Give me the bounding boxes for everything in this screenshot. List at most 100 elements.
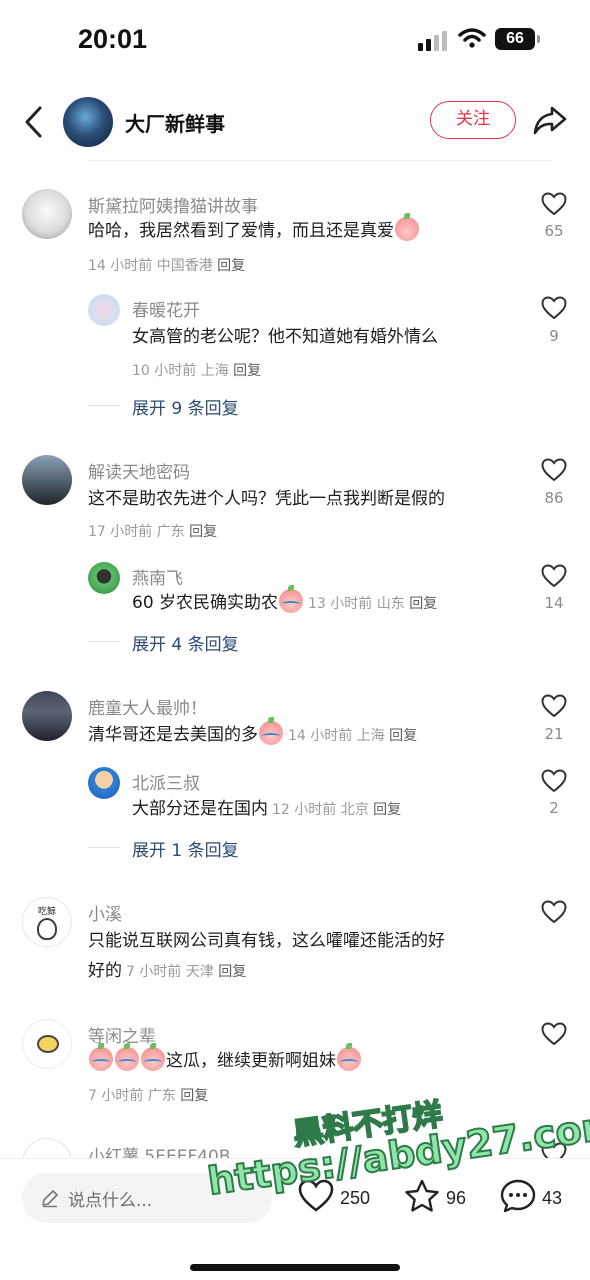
heart-icon[interactable]	[541, 192, 567, 216]
expand-replies-button[interactable]: 展开 1 条回复	[132, 836, 239, 861]
comments-button[interactable]: 43	[500, 1179, 570, 1219]
comment-input[interactable]: 说点什么...	[22, 1173, 272, 1223]
heart-icon[interactable]	[541, 900, 567, 924]
comment-total: 43	[542, 1188, 563, 1208]
comment-author[interactable]: 小溪	[88, 900, 122, 925]
reply-text: 60 岁农民确实助农 13 小时前 山东 回复	[132, 585, 437, 619]
heart-icon[interactable]	[541, 694, 567, 718]
like-count: 65	[544, 222, 564, 240]
reply-text: 女高管的老公呢？他不知道她有婚外情么	[132, 327, 438, 347]
expand-divider	[88, 847, 120, 848]
comment-text: 这不是助农先进个人吗？凭此一点我判断是假的	[88, 489, 445, 509]
like-count: 21	[544, 725, 564, 743]
avatar[interactable]	[22, 1019, 72, 1069]
like-count: 9	[549, 327, 559, 345]
comment-text: 清华哥还是去美国的多 14 小时前 上海 回复	[88, 717, 417, 751]
like-total: 250	[340, 1188, 371, 1208]
reply-author[interactable]: 北派三叔	[132, 769, 200, 794]
comment-text: 哈哈，我居然看到了爱情，而且还是真爱	[88, 213, 420, 246]
reply-button[interactable]: 回复	[218, 964, 246, 980]
peach-emoji-icon	[395, 213, 419, 241]
favorite-total: 96	[446, 1188, 467, 1208]
home-indicator[interactable]	[190, 1264, 400, 1271]
battery-tip	[537, 35, 540, 43]
reply-button[interactable]: 回复	[409, 596, 437, 612]
reply-button[interactable]: 回复	[389, 728, 417, 744]
avatar-figure	[37, 918, 57, 940]
reply-author[interactable]: 春暖花开	[132, 296, 200, 321]
crying-peach-emoji-icon	[141, 1043, 165, 1071]
signal-icon	[418, 29, 450, 51]
reply-author[interactable]: 燕南飞	[132, 564, 183, 589]
reply-button[interactable]: 回复	[180, 1088, 208, 1104]
reply-text-content: 大部分还是在国内	[132, 799, 268, 819]
comment-text-line-1: 只能说互联网公司真有钱，这么嚯嚯还能活的好	[88, 931, 445, 951]
comment-location: 广东	[156, 524, 185, 540]
comment-author[interactable]: 斯黛拉阿姨撸猫讲故事	[88, 192, 258, 217]
comment-text: 这瓜，继续更新啊姐妹	[88, 1043, 362, 1076]
expand-divider	[88, 405, 120, 406]
reply-time: 13 小时前	[308, 596, 373, 612]
comment-meta: 7 小时前 天津 回复	[126, 964, 246, 980]
avatar[interactable]	[22, 189, 72, 239]
heart-icon[interactable]	[541, 296, 567, 320]
share-icon[interactable]	[532, 104, 568, 136]
battery-icon: 66	[495, 28, 535, 50]
reply-text-content: 60 岁农民确实助农	[132, 593, 279, 613]
reply-meta: 13 小时前 山东 回复	[308, 596, 437, 612]
favorite-button[interactable]: 96	[404, 1179, 474, 1219]
comment-author[interactable]: 鹿童大人最帅！	[88, 694, 207, 719]
avatar[interactable]	[22, 691, 72, 741]
comment-location: 上海	[356, 728, 385, 744]
input-placeholder: 说点什么...	[68, 1191, 153, 1211]
like-button[interactable]: 250	[298, 1179, 378, 1219]
reply-button[interactable]: 回复	[233, 363, 261, 379]
heart-icon	[298, 1179, 334, 1212]
header-divider	[88, 160, 552, 161]
account-name[interactable]: 大厂新鲜事	[125, 108, 225, 137]
heart-icon[interactable]	[541, 458, 567, 482]
comment-time: 14 小时前	[88, 258, 153, 274]
reply-avatar[interactable]	[88, 562, 120, 594]
comment-meta: 17 小时前 广东 回复	[88, 521, 217, 541]
reply-location: 上海	[200, 363, 229, 379]
avatar[interactable]	[22, 455, 72, 505]
comment-time: 17 小时前	[88, 524, 153, 540]
back-icon[interactable]	[18, 102, 50, 142]
comment-text-content: 好的	[88, 961, 122, 981]
reply-location: 北京	[340, 802, 369, 818]
account-avatar[interactable]	[63, 97, 113, 147]
expand-replies-button[interactable]: 展开 9 条回复	[132, 394, 239, 419]
reply-avatar[interactable]	[88, 767, 120, 799]
status-bar: 20:01 66	[0, 0, 590, 80]
crying-peach-emoji-icon	[259, 717, 283, 745]
comment-time: 7 小时前	[88, 1088, 144, 1104]
reply-location: 山东	[376, 596, 405, 612]
heart-icon[interactable]	[541, 769, 567, 793]
comment-meta: 7 小时前 广东 回复	[88, 1085, 208, 1105]
like-count: 86	[544, 489, 564, 507]
reply-text: 大部分还是在国内 12 小时前 北京 回复	[132, 794, 401, 825]
comment-location: 天津	[185, 964, 214, 980]
expand-replies-button[interactable]: 展开 4 条回复	[132, 630, 239, 655]
expand-divider	[88, 641, 120, 642]
heart-icon[interactable]	[541, 564, 567, 588]
reply-meta: 12 小时前 北京 回复	[272, 802, 401, 818]
avatar[interactable]: 吃鲸	[22, 897, 72, 947]
comment-icon	[500, 1179, 536, 1213]
comment-time: 7 小时前	[126, 964, 182, 980]
avatar-duck	[37, 1035, 59, 1053]
crying-peach-emoji-icon	[337, 1043, 361, 1071]
reply-button[interactable]: 回复	[189, 524, 217, 540]
bottom-bar: 说点什么... 250 96 43	[0, 1158, 590, 1280]
reply-avatar[interactable]	[88, 294, 120, 326]
heart-icon[interactable]	[541, 1022, 567, 1046]
comment-time: 14 小时前	[288, 728, 353, 744]
comment-text-line-2: 好的 7 小时前 天津 回复	[88, 956, 246, 987]
reply-button[interactable]: 回复	[373, 802, 401, 818]
follow-button[interactable]: 关注	[430, 101, 516, 139]
comment-author[interactable]: 解读天地密码	[88, 458, 190, 483]
reply-button[interactable]: 回复	[217, 258, 245, 274]
comment-location: 中国香港	[156, 258, 213, 274]
comment-text-content: 清华哥还是去美国的多	[88, 725, 258, 745]
